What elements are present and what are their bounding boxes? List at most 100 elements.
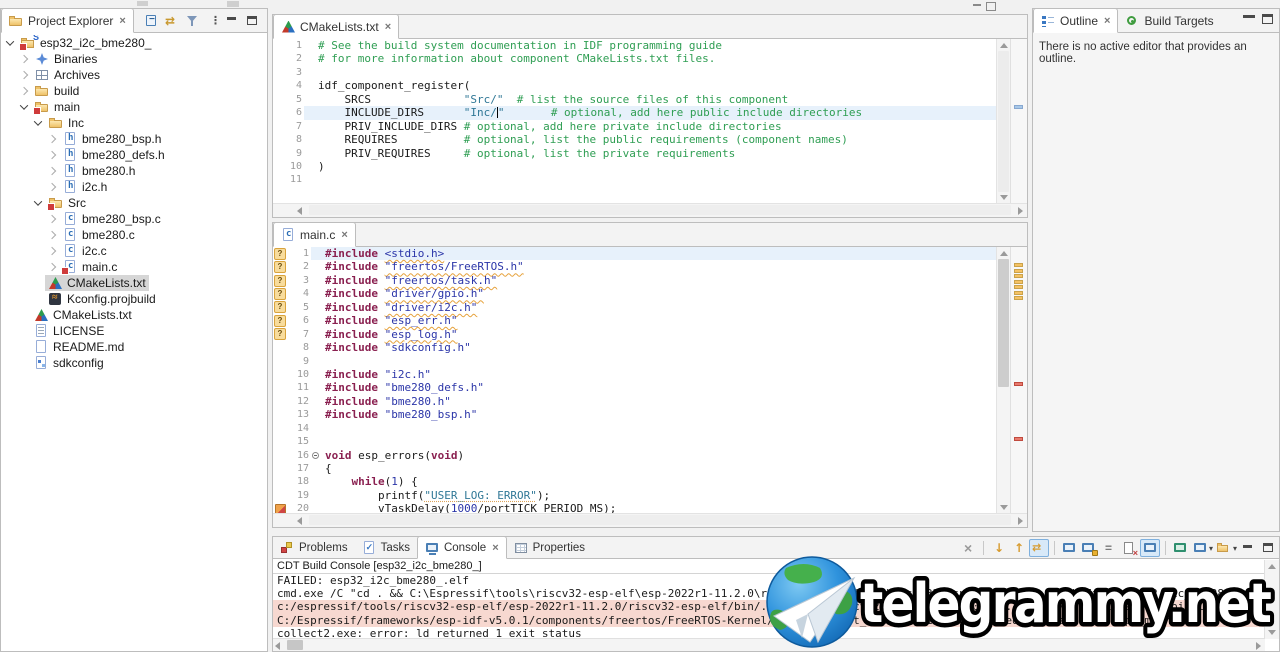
code-line[interactable]: 5 SRCS "Src/" # list the source files of… bbox=[273, 93, 997, 106]
view-menu-icon[interactable] bbox=[203, 13, 223, 29]
show-stdout-icon[interactable] bbox=[1060, 540, 1078, 556]
warning-marker-icon[interactable] bbox=[273, 274, 287, 287]
code-line[interactable]: 5 #include "driver/i2c.h" bbox=[273, 301, 997, 314]
warning-marker-icon[interactable] bbox=[273, 314, 287, 327]
chevron-collapsed-icon[interactable] bbox=[47, 246, 57, 256]
warning-marker[interactable] bbox=[1014, 274, 1023, 278]
code-line[interactable]: 15 bbox=[273, 435, 997, 448]
close-icon[interactable]: × bbox=[1104, 15, 1110, 27]
code-line[interactable]: 7 PRIV_INCLUDE_DIRS # optional, add here… bbox=[273, 120, 997, 133]
tree-item-inc[interactable]: Inc bbox=[1, 115, 267, 131]
code-line[interactable]: 6 INCLUDE_DIRS "Inc/" # optional, add he… bbox=[273, 106, 997, 120]
tab-problems[interactable]: Problems bbox=[273, 537, 355, 558]
scroll-down-icon[interactable] bbox=[1000, 505, 1008, 510]
error-marker[interactable] bbox=[1014, 437, 1023, 441]
vertical-scrollbar[interactable] bbox=[996, 247, 1011, 514]
scroll-up-icon[interactable] bbox=[1268, 564, 1276, 569]
display-selected-console-icon[interactable] bbox=[1191, 540, 1209, 556]
code-line[interactable]: 1 #include <stdio.h> bbox=[273, 247, 997, 261]
scrollbar-thumb[interactable] bbox=[998, 259, 1009, 387]
tab-build-targets[interactable]: Build Targets bbox=[1118, 9, 1220, 32]
code-line[interactable]: 12 #include "bme280.h" bbox=[273, 395, 997, 408]
tree-item-kconfig-projbuild[interactable]: Kconfig.projbuild bbox=[1, 291, 267, 307]
close-icon[interactable]: × bbox=[385, 21, 391, 33]
previous-annotation-icon[interactable] bbox=[1009, 540, 1027, 556]
word-wrap-icon[interactable] bbox=[1100, 540, 1118, 556]
scroll-up-icon[interactable] bbox=[1000, 251, 1008, 256]
scrollbar-thumb[interactable] bbox=[998, 51, 1009, 192]
link-with-editor-icon[interactable] bbox=[163, 13, 183, 29]
code-line[interactable]: 19 printf("USER_LOG: ERROR"); bbox=[273, 489, 997, 502]
scrollbar-thumb[interactable] bbox=[287, 640, 303, 650]
tree-item-bme280-bsp-c[interactable]: bme280_bsp.c bbox=[1, 211, 267, 227]
code-line[interactable]: 8 #include "sdkconfig.h" bbox=[273, 341, 997, 354]
scroll-left-icon[interactable] bbox=[297, 207, 302, 215]
current-line-marker[interactable] bbox=[1014, 105, 1023, 109]
tree-item-src[interactable]: Src bbox=[1, 195, 267, 211]
maximize-icon[interactable] bbox=[1262, 14, 1273, 24]
code-line[interactable]: 7 #include "esp_log.h" bbox=[273, 328, 997, 341]
chevron-collapsed-icon[interactable] bbox=[47, 166, 57, 176]
vertical-scrollbar[interactable] bbox=[1264, 560, 1279, 639]
cminimize-icon[interactable] bbox=[1239, 540, 1257, 556]
new-console-view-icon[interactable] bbox=[1171, 540, 1189, 556]
clear-console-icon[interactable] bbox=[1120, 540, 1138, 558]
filter-icon[interactable] bbox=[183, 13, 203, 29]
scrollbar-thumb[interactable] bbox=[309, 205, 1011, 215]
chevron-collapsed-icon[interactable] bbox=[47, 182, 57, 192]
scrollbar-thumb[interactable] bbox=[309, 515, 1011, 525]
warning-marker[interactable] bbox=[1014, 268, 1023, 273]
scroll-up-icon[interactable] bbox=[1000, 43, 1008, 48]
terminate-icon[interactable] bbox=[960, 540, 978, 556]
code-line[interactable]: 14 bbox=[273, 422, 997, 435]
tree-item-license[interactable]: LICENSE bbox=[1, 323, 267, 339]
code-line[interactable]: 8 REQUIRES # optional, list the public r… bbox=[273, 133, 997, 146]
scroll-left-icon[interactable] bbox=[297, 517, 302, 525]
tab-tasks[interactable]: Tasks bbox=[355, 537, 417, 558]
tree-item-i2c-h[interactable]: i2c.h bbox=[1, 179, 267, 195]
close-icon[interactable]: × bbox=[119, 15, 125, 27]
close-icon[interactable]: × bbox=[341, 229, 347, 241]
warning-marker-icon[interactable] bbox=[273, 260, 287, 273]
open-console-icon[interactable] bbox=[1215, 540, 1233, 556]
code-line[interactable]: 2 #include "freertos/FreeRTOS.h" bbox=[273, 260, 997, 273]
code-line[interactable]: 18 while(1) { bbox=[273, 475, 997, 488]
cmake-code-area[interactable]: 1 # See the build system documentation in… bbox=[273, 39, 997, 204]
code-line[interactable]: 9 PRIV_REQUIRES # optional, list the pri… bbox=[273, 147, 997, 160]
code-line[interactable]: 3 bbox=[273, 66, 997, 79]
warning-marker-icon[interactable] bbox=[273, 301, 287, 314]
tree-item-sdkconfig[interactable]: sdkconfig bbox=[1, 355, 267, 371]
tree-item-i2c-c[interactable]: i2c.c bbox=[1, 243, 267, 259]
tree-item-bme280-c[interactable]: bme280.c bbox=[1, 227, 267, 243]
tab-project-explorer[interactable]: Project Explorer × bbox=[1, 8, 134, 33]
pin-console-icon[interactable] bbox=[1139, 539, 1160, 557]
code-line[interactable]: 10) bbox=[273, 160, 997, 173]
warning-marker[interactable] bbox=[1014, 285, 1023, 289]
next-annotation-icon[interactable] bbox=[989, 540, 1007, 556]
chevron-expanded-icon[interactable] bbox=[33, 117, 43, 126]
minimize-icon[interactable] bbox=[223, 13, 243, 29]
warning-marker[interactable] bbox=[1014, 296, 1023, 300]
tree-item-cmakelists-txt[interactable]: CMakeLists.txt bbox=[1, 307, 267, 323]
maximize-icon[interactable] bbox=[243, 13, 263, 29]
tree-item-archives[interactable]: Archives bbox=[1, 67, 267, 83]
code-line[interactable]: 11 #include "bme280_defs.h" bbox=[273, 381, 997, 394]
chevron-collapsed-icon[interactable] bbox=[47, 150, 57, 160]
scroll-down-icon[interactable] bbox=[1000, 195, 1008, 200]
show-stderr-icon[interactable] bbox=[1080, 540, 1098, 556]
chevron-collapsed-icon[interactable] bbox=[47, 214, 57, 224]
horizontal-scrollbar[interactable] bbox=[273, 638, 1265, 651]
code-line[interactable]: 16 void esp_errors(void) bbox=[273, 449, 997, 462]
code-line[interactable]: 9 bbox=[273, 355, 997, 368]
editor-minimize-icon[interactable] bbox=[973, 4, 981, 6]
warning-marker[interactable] bbox=[1014, 263, 1023, 267]
chevron-collapsed-icon[interactable] bbox=[47, 262, 57, 272]
close-icon[interactable]: × bbox=[492, 542, 498, 554]
code-line[interactable]: 11 bbox=[273, 173, 997, 186]
minimize-icon[interactable] bbox=[1243, 15, 1255, 21]
editor-maximize-icon[interactable] bbox=[986, 2, 996, 11]
warning-marker[interactable] bbox=[1014, 279, 1023, 284]
tab-properties[interactable]: Properties bbox=[507, 537, 592, 558]
tree-item-build[interactable]: build bbox=[1, 83, 267, 99]
tab-console[interactable]: Console × bbox=[416, 536, 507, 559]
